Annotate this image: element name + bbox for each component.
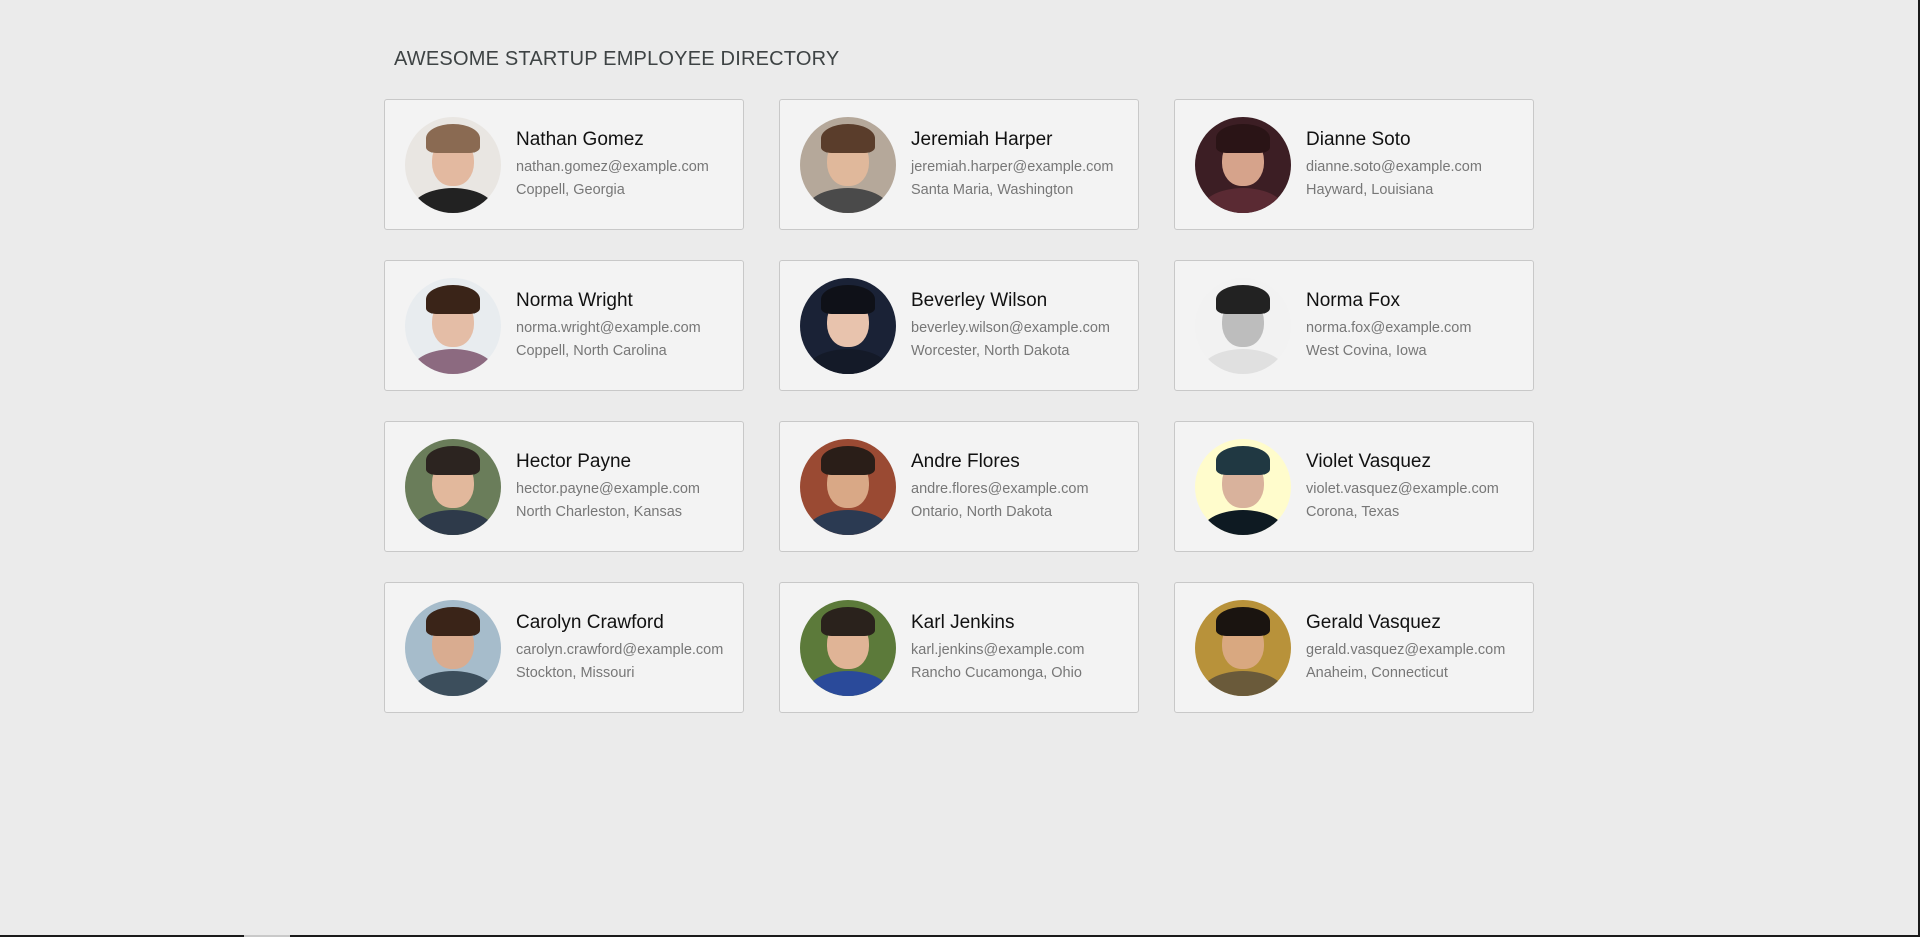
employee-card[interactable]: Violet Vasquez violet.vasquez@example.co… <box>1174 421 1534 552</box>
employee-name: Carolyn Crawford <box>516 611 664 633</box>
employee-location: Worcester, North Dakota <box>911 342 1070 359</box>
employee-info: Jeremiah Harper jeremiah.harper@example.… <box>911 128 1114 202</box>
employee-card[interactable]: Jeremiah Harper jeremiah.harper@example.… <box>779 99 1139 230</box>
directory-page: AWESOME STARTUP EMPLOYEE DIRECTORY Natha… <box>384 0 1536 713</box>
employee-email: karl.jenkins@example.com <box>911 641 1085 658</box>
avatar <box>800 438 896 535</box>
employee-location: Coppell, Georgia <box>516 181 625 198</box>
employee-name: Norma Fox <box>1306 289 1400 311</box>
employee-info: Violet Vasquez violet.vasquez@example.co… <box>1306 450 1499 524</box>
page-title: AWESOME STARTUP EMPLOYEE DIRECTORY <box>394 48 840 70</box>
employee-card[interactable]: Andre Flores andre.flores@example.com On… <box>779 421 1139 552</box>
employee-name: Dianne Soto <box>1306 128 1411 150</box>
employee-info: Beverley Wilson beverley.wilson@example.… <box>911 289 1110 363</box>
employee-location: North Charleston, Kansas <box>516 503 683 520</box>
employee-email: jeremiah.harper@example.com <box>911 158 1114 175</box>
avatar <box>405 116 501 213</box>
employee-name: Nathan Gomez <box>516 128 644 150</box>
employee-name: Andre Flores <box>911 450 1020 472</box>
employee-email: andre.flores@example.com <box>911 480 1089 497</box>
employee-card[interactable]: Beverley Wilson beverley.wilson@example.… <box>779 260 1139 391</box>
avatar <box>405 438 501 535</box>
employee-email: norma.fox@example.com <box>1306 319 1472 336</box>
employee-info: Dianne Soto dianne.soto@example.com Hayw… <box>1306 128 1482 202</box>
avatar <box>1195 277 1291 374</box>
employee-card[interactable]: Nathan Gomez nathan.gomez@example.com Co… <box>384 99 744 230</box>
employee-card[interactable]: Karl Jenkins karl.jenkins@example.com Ra… <box>779 582 1139 713</box>
employee-email: gerald.vasquez@example.com <box>1306 641 1506 658</box>
employee-info: Andre Flores andre.flores@example.com On… <box>911 450 1089 524</box>
employee-card[interactable]: Hector Payne hector.payne@example.com No… <box>384 421 744 552</box>
employee-card[interactable]: Norma Wright norma.wright@example.com Co… <box>384 260 744 391</box>
avatar <box>1195 116 1291 213</box>
employee-info: Gerald Vasquez gerald.vasquez@example.co… <box>1306 611 1505 685</box>
employee-email: dianne.soto@example.com <box>1306 158 1482 175</box>
avatar <box>800 116 896 213</box>
avatar <box>800 277 896 374</box>
employee-location: West Covina, Iowa <box>1306 342 1427 359</box>
employee-location: Coppell, North Carolina <box>516 342 667 359</box>
avatar <box>800 599 896 696</box>
employee-location: Santa Maria, Washington <box>911 181 1074 198</box>
employee-email: nathan.gomez@example.com <box>516 158 709 175</box>
employee-location: Stockton, Missouri <box>516 664 635 681</box>
employee-location: Anaheim, Connecticut <box>1306 664 1448 681</box>
employee-name: Hector Payne <box>516 450 632 472</box>
employee-name: Karl Jenkins <box>911 611 1015 633</box>
employee-location: Ontario, North Dakota <box>911 503 1053 520</box>
employee-name: Violet Vasquez <box>1306 450 1431 472</box>
employee-info: Carolyn Crawford carolyn.crawford@exampl… <box>516 611 723 685</box>
avatar <box>405 599 501 696</box>
employee-card[interactable]: Carolyn Crawford carolyn.crawford@exampl… <box>384 582 744 713</box>
employee-name: Gerald Vasquez <box>1306 611 1441 633</box>
employee-info: Norma Wright norma.wright@example.com Co… <box>516 289 701 363</box>
avatar <box>1195 599 1291 696</box>
employee-email: hector.payne@example.com <box>516 480 700 497</box>
employee-email: beverley.wilson@example.com <box>911 319 1110 336</box>
employee-email: violet.vasquez@example.com <box>1306 480 1499 497</box>
employee-info: Norma Fox norma.fox@example.com West Cov… <box>1306 289 1471 363</box>
employee-location: Rancho Cucamonga, Ohio <box>911 664 1082 681</box>
employee-card[interactable]: Dianne Soto dianne.soto@example.com Hayw… <box>1174 99 1534 230</box>
employee-name: Norma Wright <box>516 289 633 311</box>
employee-location: Hayward, Louisiana <box>1306 181 1434 198</box>
employee-card[interactable]: Gerald Vasquez gerald.vasquez@example.co… <box>1174 582 1534 713</box>
employee-location: Corona, Texas <box>1306 503 1400 520</box>
employee-email: norma.wright@example.com <box>516 319 701 336</box>
employee-card[interactable]: Norma Fox norma.fox@example.com West Cov… <box>1174 260 1534 391</box>
employee-name: Beverley Wilson <box>911 289 1048 311</box>
employee-name: Jeremiah Harper <box>911 128 1053 150</box>
employee-info: Karl Jenkins karl.jenkins@example.com Ra… <box>911 611 1084 685</box>
employee-email: carolyn.crawford@example.com <box>516 641 724 658</box>
employee-grid: Nathan Gomez nathan.gomez@example.com Co… <box>384 99 1536 713</box>
employee-info: Nathan Gomez nathan.gomez@example.com Co… <box>516 128 709 202</box>
employee-info: Hector Payne hector.payne@example.com No… <box>516 450 700 524</box>
avatar <box>405 277 501 374</box>
avatar <box>1195 438 1291 535</box>
